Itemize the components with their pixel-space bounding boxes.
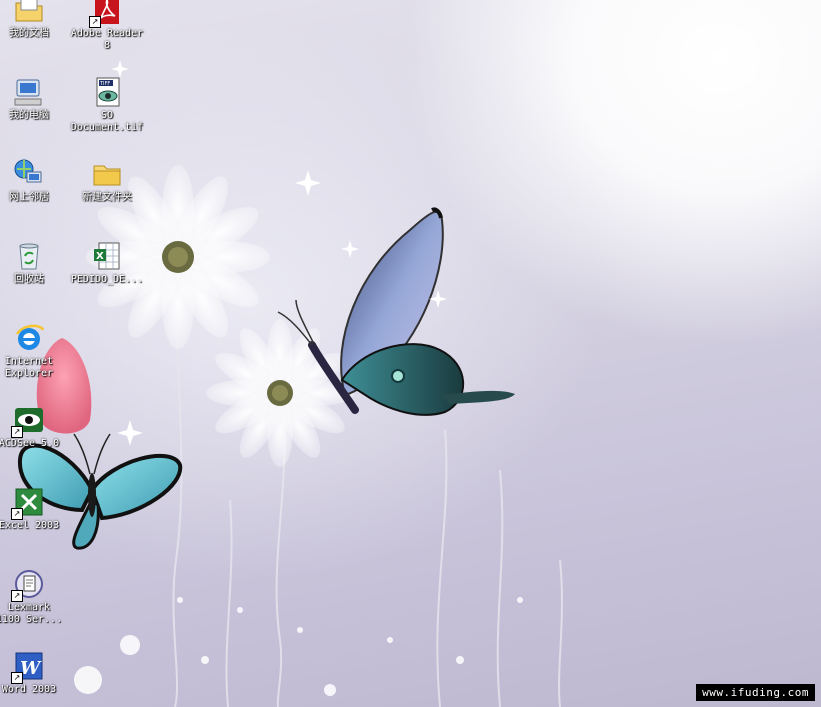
desktop-icon-label: Internet Explorer bbox=[4, 356, 54, 379]
desktop-icon-label: SO Document.tif bbox=[70, 110, 144, 133]
watermark-text: www.ifuding.com bbox=[696, 684, 815, 701]
adobe-reader-icon: ↗ bbox=[89, 0, 123, 28]
desktop-icon-label: 新建文件夹 bbox=[82, 192, 132, 203]
desktop-icon-excel-2003[interactable]: ↗ Excel 2003 bbox=[0, 486, 68, 532]
shortcut-arrow-icon: ↗ bbox=[11, 590, 23, 602]
my-documents-icon bbox=[13, 0, 45, 26]
desktop-icon-new-folder[interactable]: 新建文件夹 bbox=[68, 158, 146, 204]
desktop-icon-internet-explorer[interactable]: Internet Explorer bbox=[0, 322, 68, 380]
desktop-icon-label: 回收站 bbox=[14, 274, 44, 285]
shortcut-arrow-icon: ↗ bbox=[11, 426, 23, 438]
tiff-document-icon: TIFF bbox=[91, 76, 123, 108]
desktop-icon-word-2003[interactable]: W ↗ Word 2003 bbox=[0, 650, 68, 696]
shortcut-arrow-icon: ↗ bbox=[11, 672, 23, 684]
desktop-icon-pedido[interactable]: X PEDIDO_DE... bbox=[68, 240, 146, 286]
word-icon: W ↗ bbox=[11, 650, 45, 684]
shortcut-arrow-icon: ↗ bbox=[11, 508, 23, 520]
network-places-icon bbox=[13, 158, 45, 190]
desktop-icon-acdsee[interactable]: ↗ ACDSee 5.0 bbox=[0, 404, 68, 450]
desktop-icon-my-computer[interactable]: 我的电脑 bbox=[0, 76, 68, 122]
desktop-icon-label: 网上邻居 bbox=[9, 192, 49, 203]
new-folder-icon bbox=[91, 158, 123, 190]
desktop-icon-label: 我的电脑 bbox=[9, 110, 49, 121]
desktop-icon-network-places[interactable]: 网上邻居 bbox=[0, 158, 68, 204]
desktop-icon-so-document[interactable]: TIFF SO Document.tif bbox=[68, 76, 146, 134]
desktop-icon-label: Lexmark 1100 Ser... bbox=[0, 602, 63, 625]
desktop-icon-label: Excel 2003 bbox=[0, 520, 60, 531]
desktop-icon-label: Word 2003 bbox=[1, 684, 57, 695]
desktop-icon-label: Adobe Reader 8 bbox=[70, 28, 144, 51]
desktop-icon-recycle-bin[interactable]: 回收站 bbox=[0, 240, 68, 286]
flower-daisy-small bbox=[206, 319, 354, 467]
svg-text:W: W bbox=[20, 658, 42, 679]
excel-icon: ↗ bbox=[11, 486, 45, 520]
svg-text:X: X bbox=[96, 251, 104, 262]
desktop-icon-lexmark[interactable]: ↗ Lexmark 1100 Ser... bbox=[0, 568, 68, 626]
acdsee-icon: ↗ bbox=[11, 404, 45, 438]
desktop-icon-label: 我的文档 bbox=[9, 28, 49, 39]
desktop-icon-adobe-reader[interactable]: ↗ Adobe Reader 8 bbox=[68, 0, 146, 52]
svg-text:TIFF: TIFF bbox=[99, 81, 110, 87]
lexmark-printer-icon: ↗ bbox=[11, 568, 45, 602]
my-computer-icon bbox=[13, 76, 45, 108]
excel-file-icon: X bbox=[91, 240, 123, 272]
recycle-bin-icon bbox=[13, 240, 45, 272]
desktop-icon-label: PEDIDO_DE... bbox=[70, 274, 144, 285]
desktop-icon-my-documents[interactable]: 我的文档 bbox=[0, 0, 68, 40]
shortcut-arrow-icon: ↗ bbox=[89, 16, 101, 28]
internet-explorer-icon bbox=[13, 322, 45, 354]
desktop-icon-label: ACDSee 5.0 bbox=[0, 438, 60, 449]
